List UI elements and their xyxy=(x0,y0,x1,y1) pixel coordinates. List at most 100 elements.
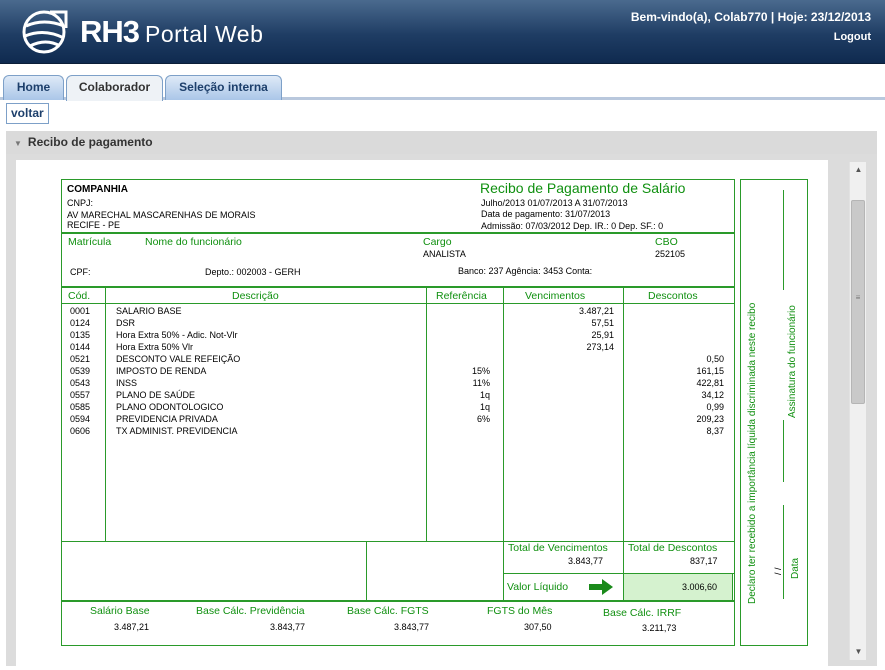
items-references: 15% 11% 1q 1q 6% xyxy=(430,305,490,437)
item-desc_v-1 xyxy=(628,317,724,329)
item-desc_v-8: 0,99 xyxy=(706,402,724,412)
matricula-label: Matrícula xyxy=(68,236,112,248)
brand-main: RH3 xyxy=(80,14,140,49)
item-cod-0: 0001 xyxy=(70,306,91,316)
address-line-1: AV MARECHAL MASCARENHAS DE MORAIS xyxy=(67,210,256,220)
col-divider xyxy=(623,287,624,573)
footer-base-fgts-label: Base Cálc. FGTS xyxy=(347,605,429,617)
item-venc-5 xyxy=(508,365,614,377)
col-header-referencia: Referência xyxy=(436,290,487,302)
item-desc_v-6: 422,81 xyxy=(696,378,724,388)
signature-line xyxy=(783,190,784,290)
item-desc_v-4: 0,50 xyxy=(706,354,724,364)
receipt-title: Recibo de Pagamento de Salário xyxy=(480,180,686,196)
back-button[interactable]: voltar xyxy=(6,103,49,124)
items-earnings: 3.487,21 57,51 25,91 273,14 xyxy=(508,305,614,437)
item-ref-0 xyxy=(430,305,490,317)
department: Depto.: 002003 - GERH xyxy=(205,267,301,277)
bank-info: Banco: 237 Agência: 3453 Conta: xyxy=(458,266,593,276)
footer-salario-base-label: Salário Base xyxy=(90,605,150,617)
address-line-2: RECIFE - PE xyxy=(67,220,121,230)
item-ref-3 xyxy=(430,341,490,353)
total-deductions-value: 837,17 xyxy=(690,556,718,566)
scroll-thumb[interactable]: ≡ xyxy=(851,200,865,404)
footer-base-irrf-label: Base Cálc. IRRF xyxy=(603,607,682,619)
item-venc-10 xyxy=(508,425,614,437)
item-ref-10 xyxy=(430,425,490,437)
welcome-text: Bem-vindo(a), Colab770 | Hoje: 23/12/201… xyxy=(630,10,871,24)
date-label: Data xyxy=(790,557,801,579)
item-cod-5: 0539 xyxy=(70,366,91,376)
col-divider xyxy=(105,287,106,541)
item-desc-3: Hora Extra 50% Vlr xyxy=(116,342,194,352)
tab-home[interactable]: Home xyxy=(3,75,64,100)
footer-fgts-mes-value: 307,50 xyxy=(524,622,552,632)
item-desc_v-3 xyxy=(628,341,724,353)
item-venc-7 xyxy=(508,389,614,401)
scroll-up-icon[interactable]: ▲ xyxy=(850,162,867,178)
cargo-value: ANALISTA xyxy=(423,249,466,259)
net-value-label: Valor Líquido xyxy=(507,581,569,593)
item-desc_v-9: 209,23 xyxy=(696,414,724,424)
col-header-vencimentos: Vencimentos xyxy=(525,290,586,302)
item-desc_v-10: 8,37 xyxy=(706,426,724,436)
item-venc-8 xyxy=(508,401,614,413)
item-desc_v-5: 161,15 xyxy=(696,366,724,376)
item-venc-1: 57,51 xyxy=(591,318,614,328)
brand: RH3 Portal Web xyxy=(80,14,263,50)
brand-sub: Portal Web xyxy=(145,21,264,47)
item-desc-4: DESCONTO VALE REFEIÇÃO xyxy=(116,354,241,364)
item-ref-6: 11% xyxy=(472,378,490,388)
item-desc-1: DSR xyxy=(116,318,136,328)
header-divider xyxy=(61,303,735,304)
vertical-scrollbar[interactable]: ▲ ≡ ▼ xyxy=(849,162,866,660)
item-desc-2: Hora Extra 50% - Adic. Not-Vlr xyxy=(116,330,238,340)
tab-selecao-interna[interactable]: Seleção interna xyxy=(165,75,282,100)
item-cod-10: 0606 xyxy=(70,426,91,436)
collapse-caret-icon[interactable]: ▼ xyxy=(14,139,22,148)
item-desc_v-0 xyxy=(628,305,724,317)
company-label: COMPANHIA xyxy=(67,184,128,195)
col-divider xyxy=(503,287,504,601)
tab-colaborador[interactable]: Colaborador xyxy=(66,75,163,101)
cargo-label: Cargo xyxy=(423,236,452,248)
signature-line xyxy=(783,420,784,482)
footer-fgts-mes-label: FGTS do Mês xyxy=(487,605,553,617)
col-header-descricao: Descrição xyxy=(232,290,279,302)
footer-salario-base-value: 3.487,21 xyxy=(114,622,150,632)
footer-base-previdencia-label: Base Cálc. Previdência xyxy=(196,605,305,617)
footer-base-previdencia-value: 3.843,77 xyxy=(270,622,306,632)
item-desc_v-7: 34,12 xyxy=(701,390,724,400)
item-cod-6: 0543 xyxy=(70,378,91,388)
item-ref-8: 1q xyxy=(479,402,490,412)
item-ref-4 xyxy=(430,353,490,365)
item-cod-4: 0521 xyxy=(70,354,91,364)
cbo-value: 252105 xyxy=(655,249,686,259)
item-desc-10: TX ADMINIST. PREVIDENCIA xyxy=(116,426,238,436)
item-cod-3: 0144 xyxy=(70,342,91,352)
item-venc-0: 3.487,21 xyxy=(578,306,614,316)
grip-icon: ≡ xyxy=(855,293,861,302)
item-desc-0: SALARIO BASE xyxy=(116,306,182,316)
cnpj-label: CNPJ: xyxy=(67,198,94,208)
scroll-down-icon[interactable]: ▼ xyxy=(850,644,867,660)
tab-bar: Home Colaborador Seleção interna xyxy=(0,64,885,101)
panel-header[interactable]: ▼ Recibo de pagamento xyxy=(6,131,877,154)
item-cod-8: 0585 xyxy=(70,402,91,412)
footer-base-fgts-value: 3.843,77 xyxy=(394,622,430,632)
item-cod-9: 0594 xyxy=(70,414,91,424)
item-desc-6: INSS xyxy=(116,378,138,388)
cbo-label: CBO xyxy=(655,236,678,248)
footer-base-irrf-value: 3.211,73 xyxy=(642,623,677,633)
total-earnings-label: Total de Vencimentos xyxy=(508,542,608,554)
item-ref-5: 15% xyxy=(471,366,490,376)
col-header-descontos: Descontos xyxy=(648,290,698,302)
item-desc-8: PLANO ODONTOLOGICO xyxy=(116,402,224,412)
item-ref-9: 6% xyxy=(476,414,490,424)
items-deductions: 0,50 161,15 422,81 34,12 0,99 209,23 8,37 xyxy=(628,305,724,437)
logout-link[interactable]: Logout xyxy=(834,31,871,43)
item-desc-5: IMPOSTO DE RENDA xyxy=(116,366,207,376)
period: Julho/2013 01/07/2013 A 31/07/2013 xyxy=(481,198,628,208)
item-desc_v-2 xyxy=(628,329,724,341)
total-deductions-label: Total de Descontos xyxy=(628,542,718,554)
